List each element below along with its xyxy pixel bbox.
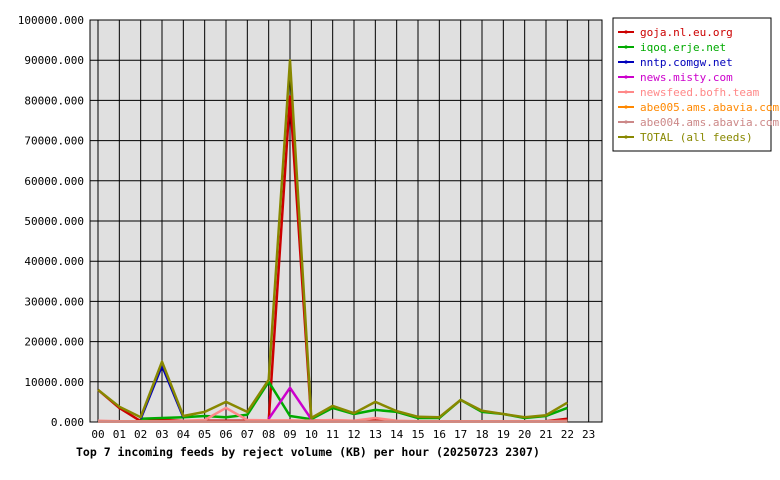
legend-label: TOTAL (all feeds) — [640, 131, 753, 144]
y-tick-label: 60000.000 — [24, 175, 84, 188]
y-tick-label: 0.000 — [51, 416, 84, 429]
x-tick-label: 19 — [497, 428, 510, 441]
reject-volume-chart: 0.000 10000.000 20000.000 30000.000 40000.00… — [18, 14, 780, 459]
y-tick-label: 20000.000 — [24, 336, 84, 349]
x-tick-label: 11 — [326, 428, 339, 441]
x-tick-label: 12 — [347, 428, 360, 441]
y-tick-label: 50000.000 — [24, 215, 84, 228]
x-tick-label: 00 — [91, 428, 104, 441]
x-tick-label: 20 — [518, 428, 531, 441]
x-tick-label: 07 — [241, 428, 254, 441]
legend-label: iqoq.erje.net — [640, 41, 726, 54]
x-tick-label: 08 — [262, 428, 275, 441]
legend-marker — [624, 135, 628, 139]
x-tick-label: 22 — [561, 428, 574, 441]
y-tick-label: 40000.000 — [24, 255, 84, 268]
x-tick-label: 17 — [454, 428, 467, 441]
legend-label: news.misty.com — [640, 71, 733, 84]
y-axis-tick-labels: 0.000 10000.000 20000.000 30000.000 40000.00… — [18, 14, 84, 429]
legend-label: abe005.ams.abavia.com — [640, 101, 779, 114]
x-tick-label: 05 — [198, 428, 211, 441]
legend-marker — [624, 45, 628, 49]
y-tick-label: 10000.000 — [24, 376, 84, 389]
x-tick-label: 15 — [411, 428, 424, 441]
y-tick-label: 80000.000 — [24, 94, 84, 107]
legend-marker — [624, 60, 628, 64]
x-tick-label: 14 — [390, 428, 404, 441]
x-tick-label: 09 — [283, 428, 296, 441]
x-tick-label: 10 — [305, 428, 318, 441]
legend-label: abe004.ams.abavia.com — [640, 116, 779, 129]
y-tick-label: 90000.000 — [24, 54, 84, 67]
y-tick-label: 30000.000 — [24, 295, 84, 308]
y-tick-label: 100000.000 — [18, 14, 84, 27]
legend-marker — [624, 120, 628, 124]
legend-label: nntp.comgw.net — [640, 56, 733, 69]
x-tick-label: 23 — [582, 428, 595, 441]
x-tick-label: 03 — [155, 428, 168, 441]
x-tick-label: 16 — [433, 428, 446, 441]
legend-marker — [624, 30, 628, 34]
x-tick-label: 13 — [369, 428, 382, 441]
legend-label: goja.nl.eu.org — [640, 26, 733, 39]
x-axis-tick-labels: 00 01 02 03 04 05 06 07 08 09 10 11 12 13 14 15 16 17 18 19… — [91, 428, 595, 441]
x-tick-label: 04 — [177, 428, 191, 441]
legend: goja.nl.eu.org iqoq.erje.net nntp.comgw.ne… — [612, 17, 779, 152]
x-tick-label: 18 — [475, 428, 488, 441]
y-tick-label: 70000.000 — [24, 135, 84, 148]
x-tick-label: 06 — [219, 428, 232, 441]
x-tick-label: 02 — [134, 428, 147, 441]
x-tick-label: 21 — [539, 428, 552, 441]
legend-marker — [624, 75, 628, 79]
x-tick-label: 01 — [113, 428, 126, 441]
legend-marker — [624, 90, 628, 94]
legend-marker — [624, 105, 628, 109]
legend-label: newsfeed.bofh.team — [640, 86, 760, 99]
chart-title: Top 7 incoming feeds by reject volume (K… — [76, 445, 540, 459]
